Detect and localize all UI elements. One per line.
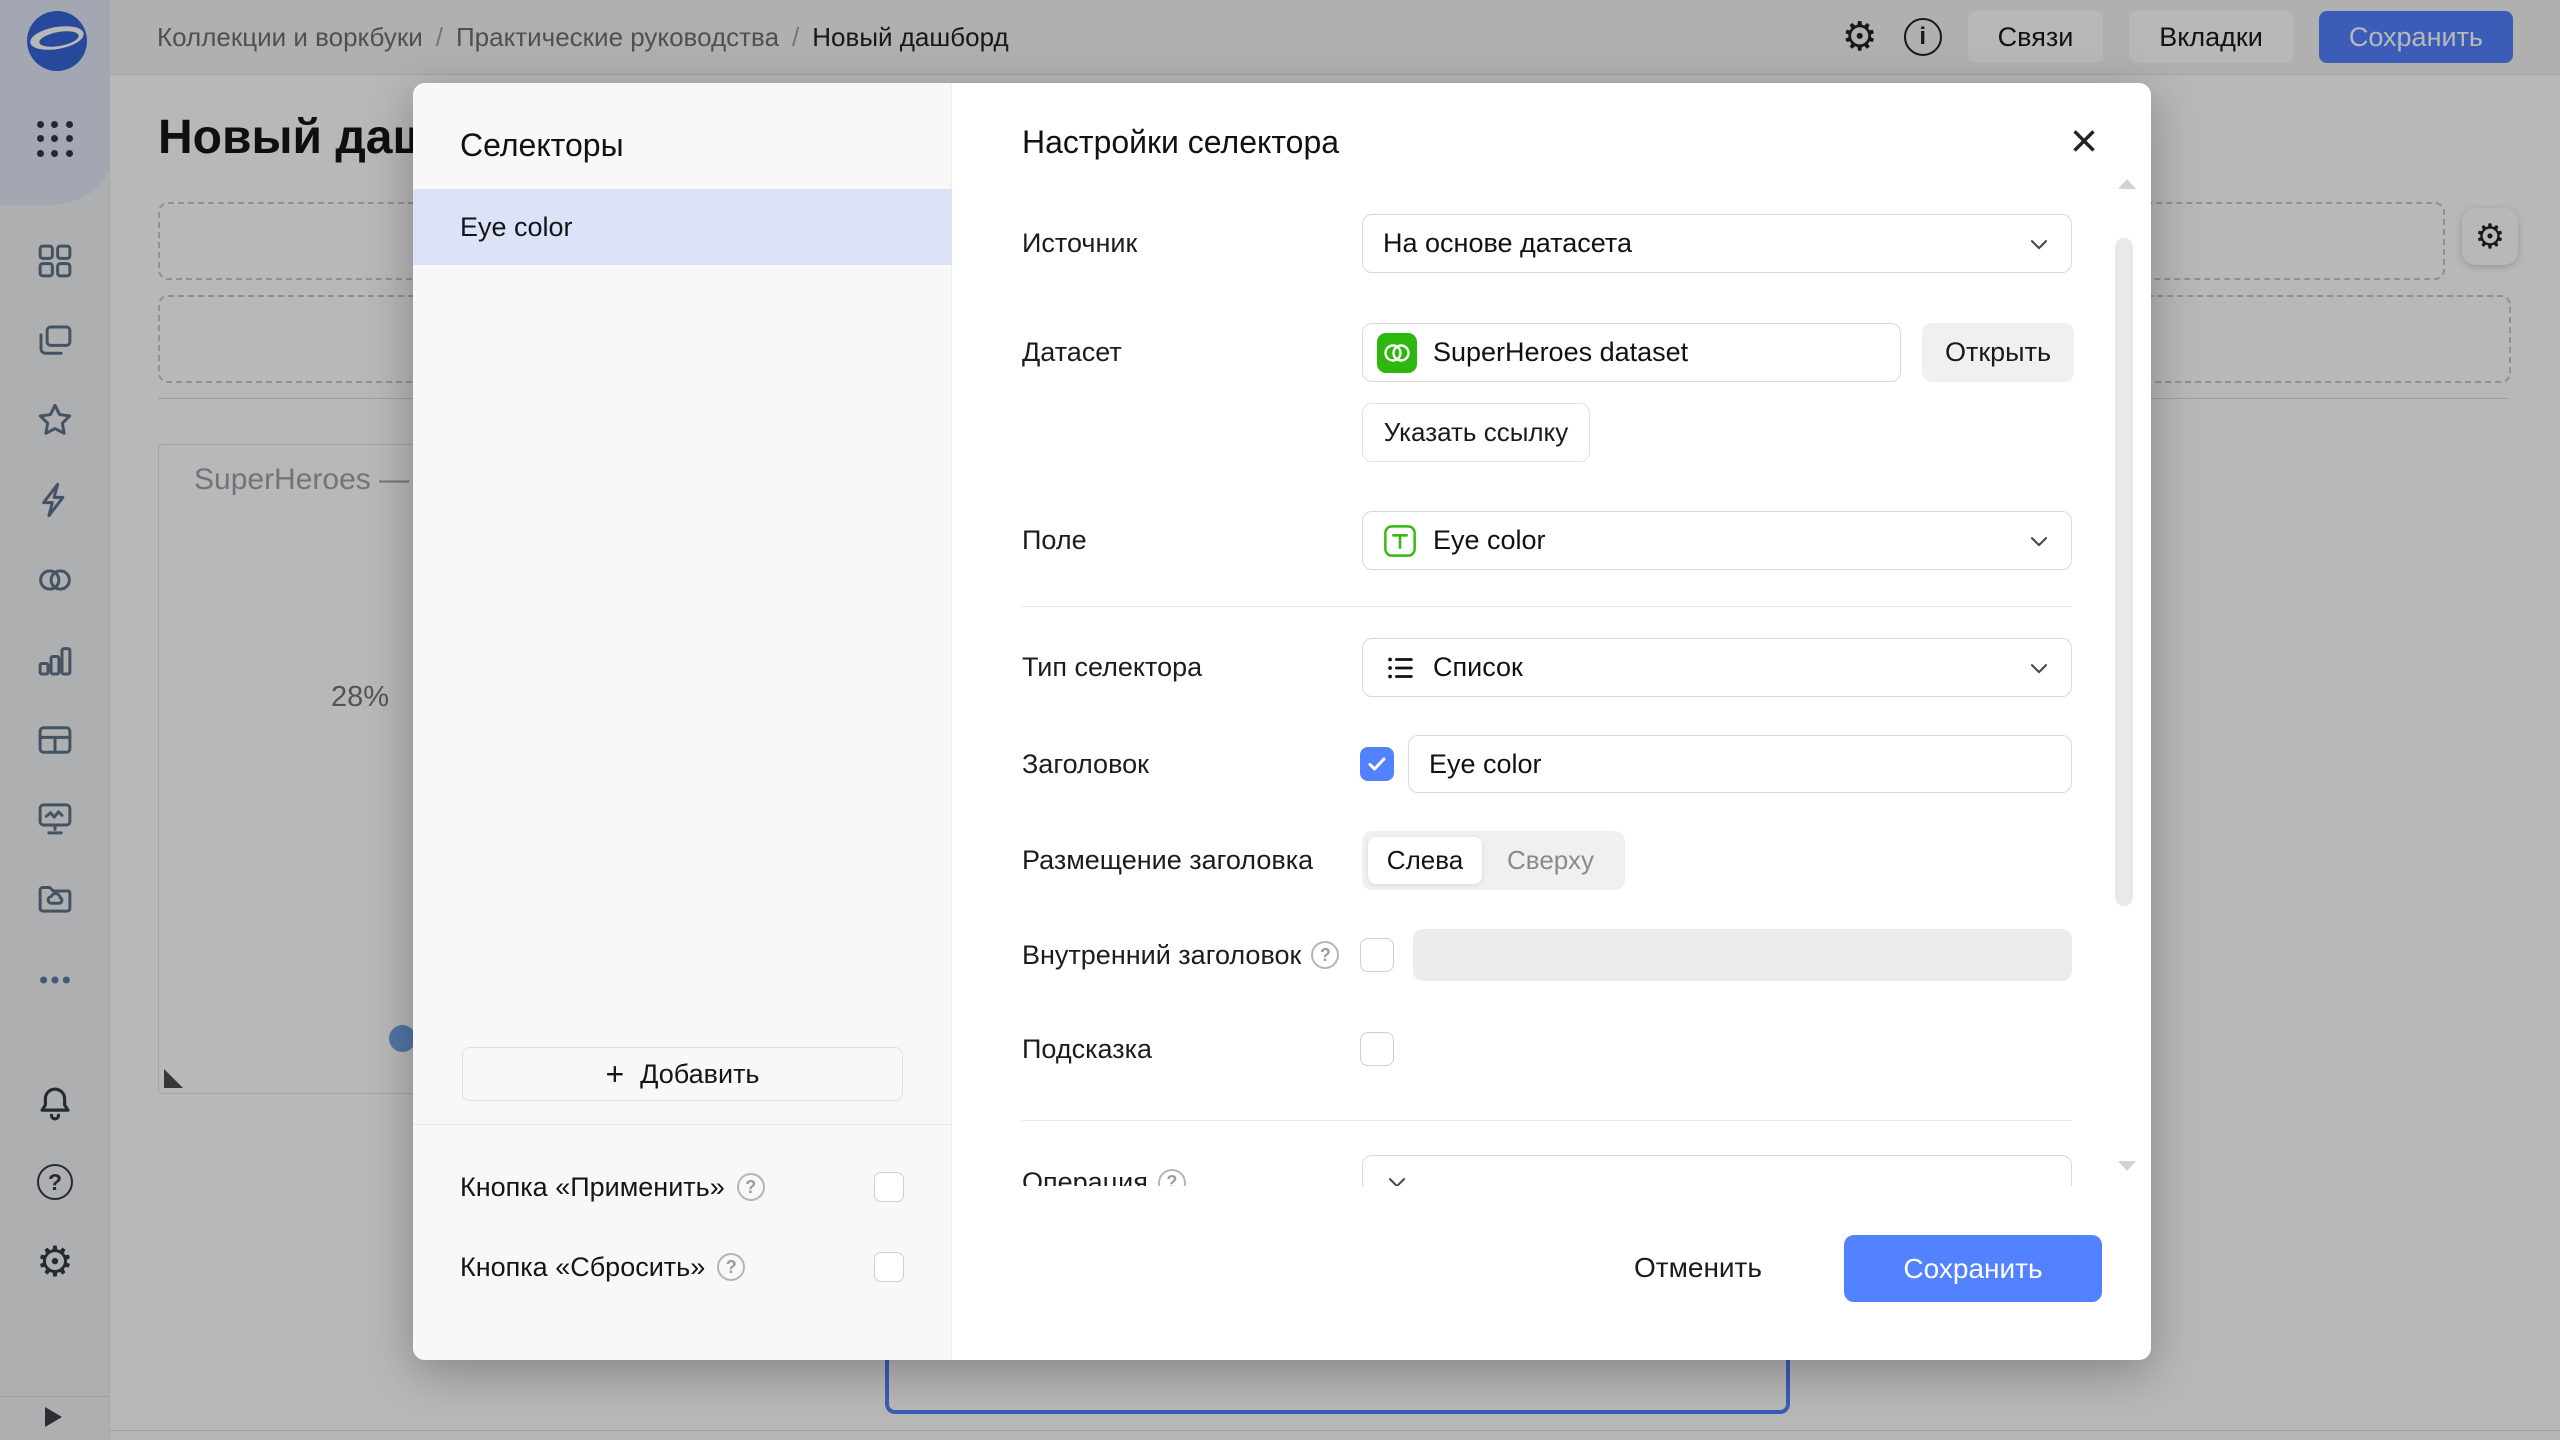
selector-settings-dialog: Селекторы Eye color + Добавить Кнопка «П… [413,83,2151,1360]
chevron-down-icon [2025,654,2053,682]
selector-type-select[interactable]: Список [1362,638,2072,697]
selector-type-label: Тип селектора [1022,652,1203,682]
inner-title-input-disabled [1413,929,2072,981]
selector-list-item-eye-color[interactable]: Eye color [413,189,952,265]
chevron-down-icon [2025,527,2053,555]
chevron-down-icon [2025,230,2053,258]
dataset-icon [1377,332,1417,373]
placement-top-option[interactable]: Сверху [1482,845,1619,876]
field-label: Поле [1022,525,1087,555]
selectors-panel: Селекторы Eye color + Добавить Кнопка «П… [413,83,952,1360]
title-placement-label: Размещение заголовка [1022,845,1314,875]
apply-button-row: Кнопка «Применить» ? [460,1171,765,1203]
scrollbar-down-arrow[interactable] [2118,1161,2136,1171]
scrollbar-up-arrow[interactable] [2118,179,2136,189]
settings-divider [1022,606,2072,607]
field-select[interactable]: Eye color [1362,511,2072,570]
settings-divider [1022,1120,2072,1121]
chevron-down-icon [1383,1168,1411,1186]
selectors-panel-divider [413,1124,952,1125]
settings-panel-title: Настройки селектора [1022,124,1340,160]
selectors-panel-title: Селекторы [460,127,624,163]
apply-help-icon[interactable]: ? [736,1173,765,1201]
reset-button-checkbox[interactable] [874,1252,904,1282]
open-dataset-button[interactable]: Открыть [1922,323,2074,382]
hint-label: Подсказка [1022,1033,1153,1064]
title-placement-segmented: Слева Сверху [1362,831,1625,890]
title-input[interactable] [1408,735,2072,793]
scrollbar-thumb[interactable] [2115,238,2133,906]
cancel-button[interactable]: Отменить [1634,1246,1762,1290]
operation-select[interactable] [1362,1155,2072,1186]
placement-left-option[interactable]: Слева [1368,837,1482,884]
plus-icon: + [605,1056,625,1092]
hint-checkbox[interactable] [1360,1032,1394,1066]
add-selector-button[interactable]: + Добавить [462,1047,903,1101]
inner-title-label: Внутренний заголовок ? [1022,929,1340,981]
close-icon[interactable]: × [2058,115,2110,168]
inner-title-help-icon[interactable]: ? [1311,941,1340,969]
operation-help-icon[interactable]: ? [1157,1168,1186,1186]
source-label: Источник [1022,228,1138,258]
list-type-icon [1383,651,1417,685]
save-button[interactable]: Сохранить [1844,1235,2102,1302]
title-checkbox[interactable] [1360,747,1394,781]
operation-label: Операция ? [1022,1167,1186,1186]
operation-row-clipped: Операция ? [1022,1153,2072,1186]
specify-link-button[interactable]: Указать ссылку [1362,403,1590,462]
reset-button-row: Кнопка «Сбросить» ? [460,1251,746,1283]
title-label: Заголовок [1022,748,1149,779]
reset-help-icon[interactable]: ? [717,1253,746,1281]
string-field-type-icon [1383,524,1417,558]
dataset-field[interactable]: SuperHeroes dataset [1362,323,1901,382]
inner-title-checkbox[interactable] [1360,938,1394,972]
source-select[interactable]: На основе датасета [1362,214,2072,273]
dataset-label: Датасет [1022,337,1122,367]
app-root: ? ⚙ Коллекции и воркбуки / Практические … [0,0,2560,1440]
apply-button-checkbox[interactable] [874,1172,904,1202]
